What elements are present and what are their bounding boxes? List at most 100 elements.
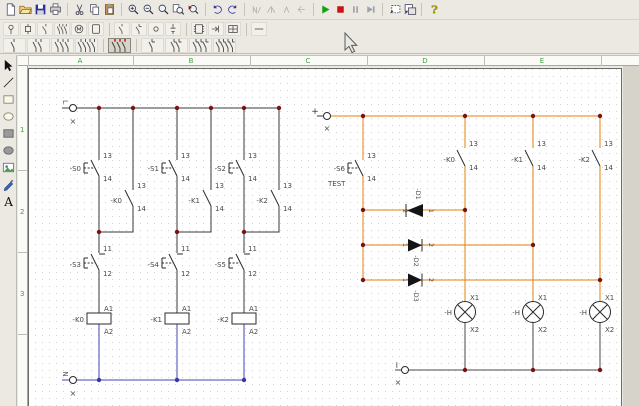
svg-text:A2: A2 [104, 328, 113, 336]
rung-3-wires[interactable] [244, 108, 279, 313]
svg-text:A1: A1 [182, 305, 191, 313]
svg-text:14: 14 [537, 164, 546, 172]
right-circuit: + × − × -S6 TEST 13 14 2 1 -D1 [311, 107, 614, 387]
left-bottom-rail-wire[interactable] [62, 324, 244, 380]
right-junction-dots [361, 114, 602, 372]
svg-text:14: 14 [604, 164, 613, 172]
seal-contact-K2[interactable]: -K2 13 14 [256, 182, 292, 213]
circuit-drawing: L × N × -S0 13 14 -K0 [0, 0, 639, 406]
rung-1: -S0 13 14 -K0 13 14 -S3 11 12 [70, 108, 147, 336]
svg-text:12: 12 [103, 270, 112, 278]
seal-contact-K1[interactable]: -K1 13 14 [188, 182, 224, 213]
svg-text:X2: X2 [605, 326, 614, 334]
svg-text:-S3: -S3 [70, 261, 81, 269]
svg-text:-K2: -K2 [217, 316, 229, 324]
seal-contact-K0[interactable]: -K0 13 14 [110, 182, 146, 213]
svg-text:14: 14 [248, 175, 257, 183]
svg-text:2: 2 [427, 243, 435, 247]
rung-2-wires[interactable] [177, 108, 211, 313]
svg-text:-K1: -K1 [188, 197, 200, 205]
pushbutton-S1[interactable]: -S1 13 14 [148, 152, 191, 183]
svg-text:A1: A1 [104, 305, 113, 313]
pushbutton-S2[interactable]: -S2 13 14 [215, 152, 258, 183]
lamp-H2[interactable]: -H X1 X2 [512, 294, 547, 334]
svg-text:-K0: -K0 [110, 197, 122, 205]
svg-text:-S2: -S2 [215, 165, 226, 173]
svg-text:12: 12 [248, 270, 257, 278]
coil-K0[interactable]: -K0 A1 A2 [72, 305, 113, 336]
pushbutton-S0[interactable]: -S0 13 14 [70, 152, 113, 183]
rung-1-wires[interactable] [99, 108, 133, 313]
left-junction-dots [97, 106, 281, 234]
terminal-minus[interactable]: − × [391, 361, 409, 387]
stopbutton-S3[interactable]: -S3 11 12 [70, 245, 112, 278]
svg-text:A2: A2 [182, 328, 191, 336]
svg-text:-D2: -D2 [412, 255, 420, 267]
diode-D3[interactable]: 1 2 -D3 [401, 274, 435, 302]
svg-text:-S0: -S0 [70, 165, 81, 173]
terminal-strip-mark: × [70, 117, 77, 126]
svg-text:-S4: -S4 [148, 261, 160, 269]
svg-text:14: 14 [137, 205, 146, 213]
lamp-H3[interactable]: -H X1 X2 [579, 294, 614, 334]
svg-text:13: 13 [248, 152, 257, 160]
contact-K1-right[interactable]: -K1 13 14 [511, 140, 546, 172]
svg-text:14: 14 [469, 164, 478, 172]
svg-text:-H: -H [512, 309, 520, 317]
svg-text:-K0: -K0 [443, 156, 455, 164]
rung-2: -S1 13 14 -K1 13 14 -S4 11 12 [148, 108, 225, 336]
pushbutton-S6[interactable]: -S6 TEST 13 14 [327, 152, 376, 188]
coil-K2[interactable]: -K2 A1 A2 [217, 305, 258, 336]
svg-text:A2: A2 [249, 328, 258, 336]
terminal-strip-mark: × [70, 389, 77, 398]
svg-text:11: 11 [248, 245, 257, 253]
terminal-plus[interactable]: + × [311, 107, 330, 133]
svg-text:2: 2 [427, 278, 435, 282]
terminal-label: L [61, 100, 69, 104]
rung-3: -S2 13 14 -K2 13 14 -S5 11 12 [215, 108, 293, 336]
contact-K0-right[interactable]: -K0 13 14 [443, 140, 478, 172]
svg-text:14: 14 [103, 175, 112, 183]
terminal-L[interactable]: L × [61, 100, 77, 126]
terminal-strip-mark: × [324, 124, 331, 133]
svg-text:A1: A1 [249, 305, 258, 313]
diode-D1[interactable]: 2 1 -D1 [401, 188, 435, 217]
svg-text:14: 14 [181, 175, 190, 183]
svg-text:1: 1 [427, 209, 435, 213]
svg-text:X1: X1 [605, 294, 614, 302]
svg-text:-D3: -D3 [412, 290, 420, 302]
svg-text:13: 13 [604, 140, 613, 148]
svg-text:1: 1 [401, 243, 409, 247]
svg-text:13: 13 [367, 152, 376, 160]
svg-text:12: 12 [181, 270, 190, 278]
contact-K2-right[interactable]: -K2 13 14 [578, 140, 613, 172]
svg-text:13: 13 [215, 182, 224, 190]
svg-text:-D1: -D1 [414, 188, 422, 200]
app-window: ? [0, 0, 639, 406]
svg-text:13: 13 [181, 152, 190, 160]
svg-text:-K2: -K2 [256, 197, 268, 205]
svg-text:-K1: -K1 [511, 156, 523, 164]
terminal-strip-mark: × [395, 378, 402, 387]
terminal-N[interactable]: N × [61, 371, 77, 398]
stopbutton-S4[interactable]: -S4 11 12 [148, 245, 190, 278]
svg-text:13: 13 [537, 140, 546, 148]
terminal-label: N [61, 371, 69, 376]
svg-text:-S1: -S1 [148, 165, 159, 173]
svg-text:X2: X2 [470, 326, 479, 334]
coil-K1[interactable]: -K1 A1 A2 [150, 305, 191, 336]
mouse-cursor [345, 33, 357, 53]
diode-D2[interactable]: 1 2 -D2 [401, 239, 435, 267]
svg-text:13: 13 [283, 182, 292, 190]
svg-text:14: 14 [367, 175, 376, 183]
svg-text:11: 11 [103, 245, 112, 253]
svg-text:-K1: -K1 [150, 316, 162, 324]
right-negative-wires[interactable] [395, 323, 600, 371]
svg-text:14: 14 [283, 205, 292, 213]
terminal-label: − [391, 361, 401, 369]
terminal-label: + [311, 107, 319, 117]
svg-text:-K2: -K2 [578, 156, 590, 164]
stopbutton-S5[interactable]: -S5 11 12 [215, 245, 257, 278]
lamp-H1[interactable]: -H X1 X2 [444, 294, 479, 334]
svg-text:13: 13 [469, 140, 478, 148]
